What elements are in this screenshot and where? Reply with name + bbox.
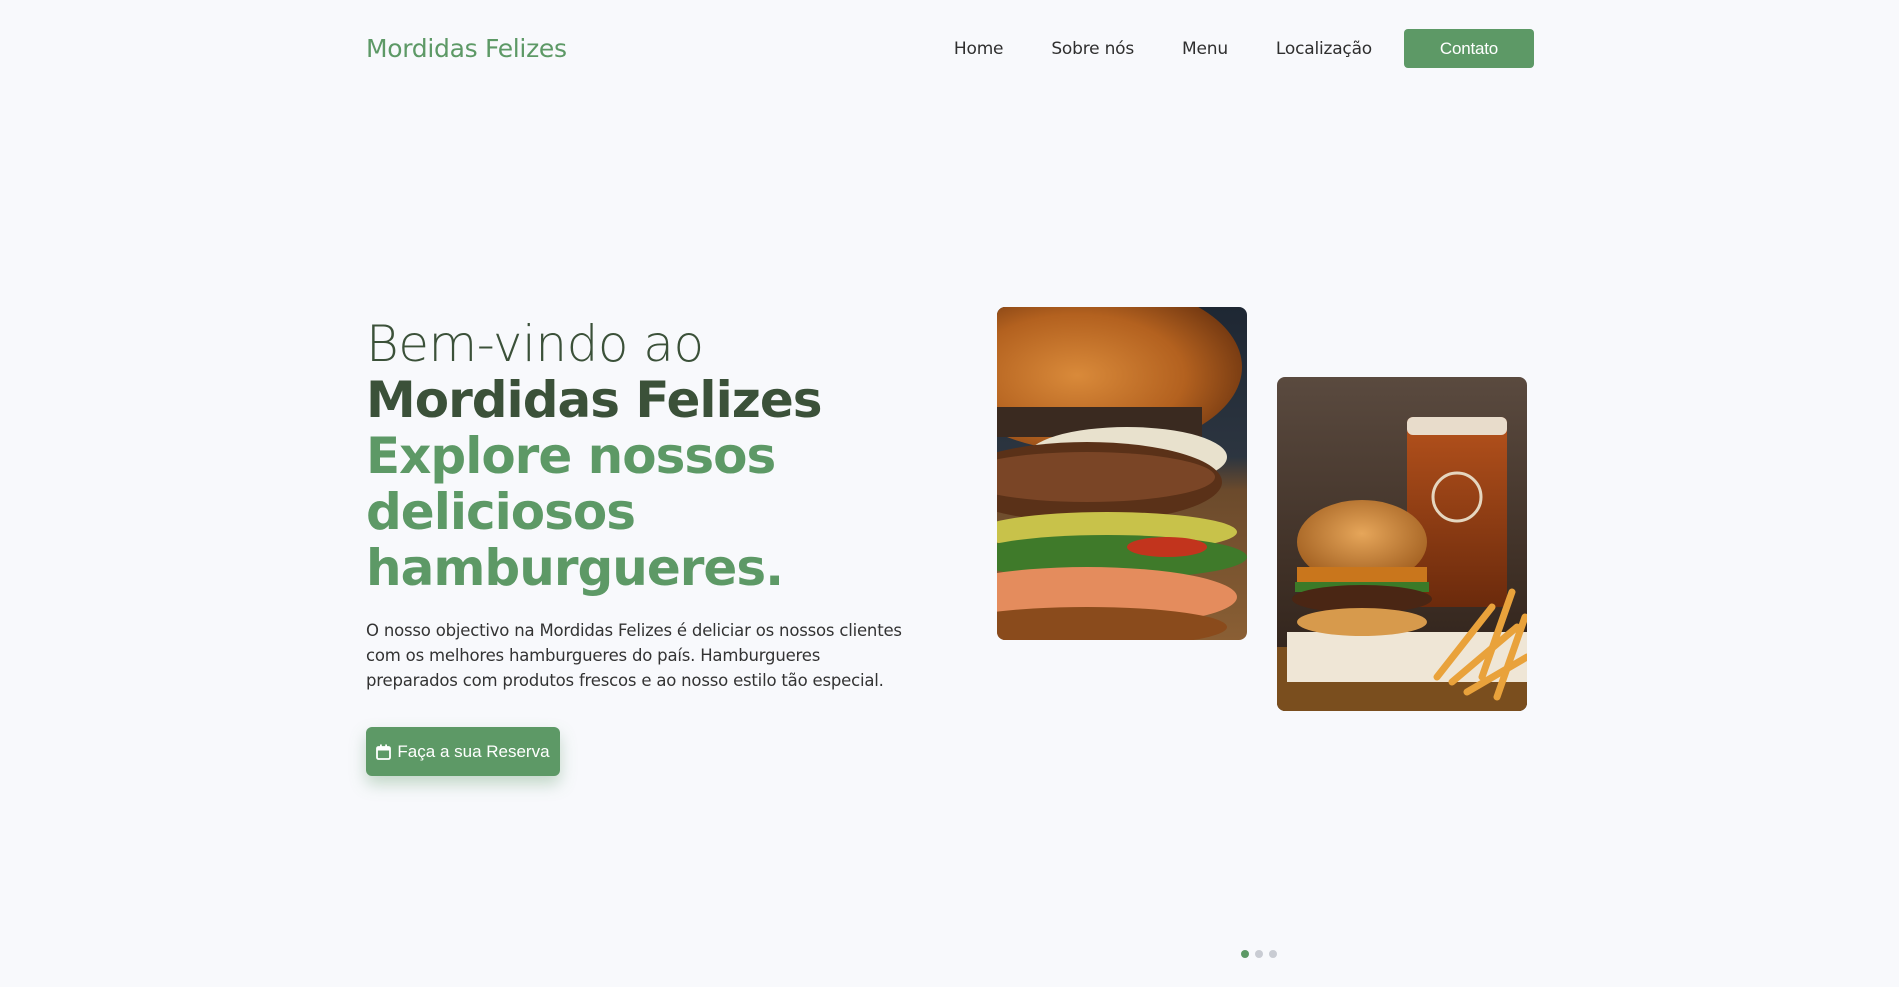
contact-button[interactable]: Contato — [1404, 29, 1534, 68]
carousel-dot-1[interactable] — [1241, 950, 1249, 958]
hero-heading: Bem-vindo ao Mordidas Felizes Explore no… — [366, 316, 926, 596]
hero-heading-line3: Explore nossos deliciosos hamburgueres. — [366, 427, 784, 597]
reserve-button-label: Faça a sua Reserva — [397, 741, 550, 761]
burger-photo — [997, 307, 1247, 640]
hero-heading-line2: Mordidas Felizes — [366, 371, 822, 429]
carousel-indicators — [1241, 950, 1277, 958]
nav-link-menu[interactable]: Menu — [1182, 39, 1228, 59]
reserve-button[interactable]: Faça a sua Reserva — [366, 727, 560, 776]
nav-link-location[interactable]: Localização — [1276, 39, 1372, 59]
calendar-icon — [376, 744, 392, 760]
carousel-dot-2[interactable] — [1255, 950, 1263, 958]
navbar: Mordidas Felizes Home Sobre nós Menu Loc… — [366, 29, 1534, 68]
nav-link-home[interactable]: Home — [954, 39, 1004, 59]
burger-fries-beer-photo — [1277, 377, 1527, 711]
nav-links: Home Sobre nós Menu Localização Contato — [954, 29, 1534, 68]
hero-description: O nosso objectivo na Mordidas Felizes é … — [366, 621, 902, 690]
hero-heading-line1: Bem-vindo ao — [366, 315, 704, 373]
brand-logo[interactable]: Mordidas Felizes — [366, 34, 567, 63]
carousel-dot-3[interactable] — [1269, 950, 1277, 958]
nav-link-about[interactable]: Sobre nós — [1051, 39, 1134, 59]
hero-section: Bem-vindo ao Mordidas Felizes Explore no… — [366, 316, 926, 776]
